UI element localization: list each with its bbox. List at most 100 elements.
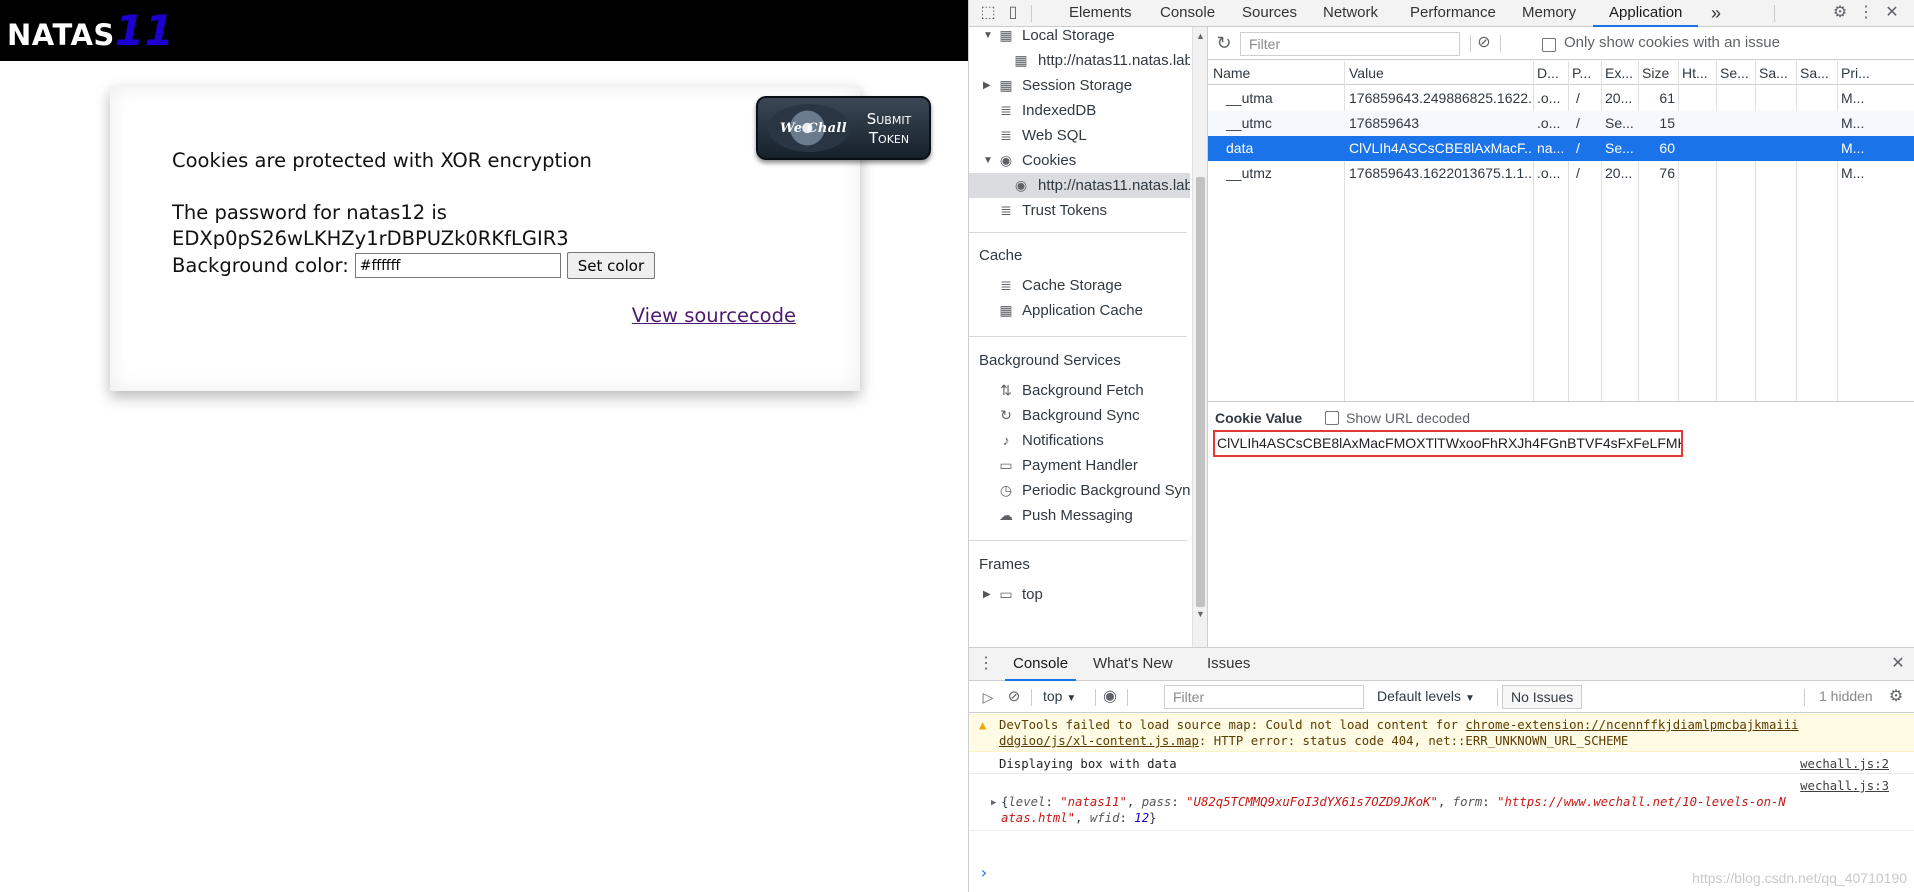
cookie-size: 60 — [1659, 140, 1675, 156]
set-color-button[interactable]: Set color — [566, 252, 656, 279]
context-selector[interactable]: top ▼ — [1035, 685, 1084, 709]
drawer-menu-icon[interactable]: ⋮ — [975, 653, 997, 675]
console-prompt-icon[interactable]: › — [979, 863, 989, 882]
cookie-domain: na... — [1537, 140, 1565, 156]
site-title-number: 11 — [114, 6, 175, 55]
column-header-name[interactable]: Name — [1213, 61, 1341, 85]
tab-memory[interactable]: Memory — [1522, 0, 1576, 27]
sidebar-item-payment-handler[interactable]: ▭ Payment Handler — [969, 453, 1190, 478]
clear-console-icon[interactable]: ⊘ — [1003, 686, 1025, 708]
table-row[interactable]: __utmc 176859643 .o... / Se... 15 M... — [1208, 111, 1914, 136]
column-header-samesite[interactable]: Sa... — [1759, 61, 1795, 85]
console-settings-gear-icon[interactable]: ⚙ — [1885, 686, 1907, 708]
close-drawer-icon[interactable]: ✕ — [1887, 653, 1909, 675]
column-header-secure[interactable]: Se... — [1720, 61, 1754, 85]
sidebar-item-trust-tokens[interactable]: ≣ Trust Tokens — [969, 198, 1190, 223]
scroll-down-icon[interactable]: ▼ — [1196, 609, 1205, 619]
sidebar-item-periodic-background-sync[interactable]: ◷ Periodic Background Sync — [969, 478, 1190, 503]
sidebar-item-push-messaging[interactable]: ☁ Push Messaging — [969, 503, 1190, 528]
clock-icon: ◷ — [999, 482, 1013, 498]
column-header-httponly[interactable]: Ht... — [1682, 61, 1715, 85]
sidebar-item-background-sync[interactable]: ↻ Background Sync — [969, 403, 1190, 428]
cookie-path: / — [1576, 90, 1580, 106]
only-issue-checkbox[interactable] — [1542, 38, 1556, 52]
table-row[interactable]: __utma 176859643.249886825.1622... .o...… — [1208, 86, 1914, 111]
log-levels-dropdown[interactable]: Default levels ▼ — [1369, 685, 1483, 709]
submit-token-button[interactable]: We Chall Submit Token — [756, 96, 931, 160]
column-header-priority[interactable]: Pri... — [1841, 61, 1913, 85]
sidebar-item-indexeddb[interactable]: ≣ IndexedDB — [969, 98, 1190, 123]
background-color-input[interactable] — [354, 253, 561, 278]
cookie-priority: M... — [1841, 140, 1865, 156]
column-header-expires[interactable]: Ex... — [1605, 61, 1637, 85]
site-title-text: NATAS — [7, 18, 115, 52]
log-source-link[interactable]: wechall.js:2 — [1800, 757, 1889, 771]
issues-button[interactable]: No Issues — [1502, 685, 1583, 709]
sidebar-item-application-cache[interactable]: ▦ Application Cache — [969, 298, 1190, 323]
settings-gear-icon[interactable]: ⚙ — [1829, 2, 1851, 24]
database-icon: ≣ — [1000, 102, 1012, 118]
site-title: NATAS11 — [7, 6, 174, 55]
drawer-tab-whats-new[interactable]: What's New — [1093, 648, 1173, 681]
xor-message: Cookies are protected with XOR encryptio… — [172, 149, 592, 172]
sidebar-item-web-sql[interactable]: ≣ Web SQL — [969, 123, 1190, 148]
tab-application[interactable]: Application — [1593, 0, 1699, 27]
scroll-up-icon[interactable]: ▲ — [1196, 31, 1205, 41]
refresh-icon[interactable]: ↻ — [1213, 32, 1235, 54]
inspect-element-icon[interactable]: ⬚ — [977, 2, 999, 24]
more-tabs-icon[interactable]: » — [1711, 0, 1721, 27]
column-header-sameparty[interactable]: Sa... — [1800, 61, 1836, 85]
sidebar-item-background-fetch[interactable]: ⇅ Background Fetch — [969, 378, 1190, 403]
clear-cookies-icon[interactable]: ⊘ — [1473, 32, 1495, 54]
close-devtools-icon[interactable]: ✕ — [1881, 2, 1903, 24]
table-row[interactable]: __utmz 176859643.1622013675.1.1.... .o..… — [1208, 161, 1914, 186]
sidebar-item-frame-top[interactable]: ▶ ▭ top — [969, 582, 1190, 607]
sidebar-item-label: Payment Handler — [1022, 457, 1138, 474]
submit-token-label: Submit Token — [854, 110, 924, 148]
warning-source-link-cont[interactable]: ddgioo/js/xl-content.js.map — [999, 734, 1199, 748]
sidebar-item-local-storage-origin[interactable]: ▦ http://natas11.natas.labs — [969, 48, 1190, 73]
tab-console[interactable]: Console — [1160, 0, 1215, 27]
warning-text: DevTools failed to load source map: Coul… — [999, 718, 1466, 732]
column-header-path[interactable]: P... — [1572, 61, 1600, 85]
console-filter-input[interactable] — [1164, 685, 1364, 709]
sidebar-item-local-storage[interactable]: ▼ ▦ Local Storage — [969, 27, 1190, 48]
sidebar-item-label: top — [1022, 586, 1043, 603]
cookie-value: ClVLIh4ASCsCBE8lAxMacF... — [1349, 140, 1531, 156]
sidebar-item-label: http://natas11.natas.labs — [1038, 52, 1190, 69]
tab-network[interactable]: Network — [1323, 0, 1378, 27]
sidebar-item-label: Cache Storage — [1022, 277, 1123, 294]
cookie-icon: ◉ — [1014, 177, 1028, 193]
more-options-icon[interactable]: ⋮ — [1855, 2, 1877, 24]
tab-sources[interactable]: Sources — [1242, 0, 1297, 27]
scrollbar-thumb[interactable] — [1196, 177, 1205, 607]
drawer-tab-issues[interactable]: Issues — [1207, 648, 1250, 681]
sidebar-item-cookies-origin[interactable]: ◉ http://natas11.natas.labs — [969, 173, 1190, 198]
cookie-value-label: Cookie Value — [1215, 410, 1303, 426]
column-header-value[interactable]: Value — [1349, 61, 1529, 85]
sidebar-item-cache-storage[interactable]: ≣ Cache Storage — [969, 273, 1190, 298]
sidebar-item-cookies[interactable]: ▼ ◉ Cookies — [969, 148, 1190, 173]
expand-arrow-icon[interactable]: ▶ — [991, 798, 996, 808]
cookie-value: 176859643.249886825.1622... — [1349, 90, 1531, 106]
sidebar-toggle-icon[interactable]: ▷ — [977, 686, 999, 708]
sidebar-vertical-scrollbar[interactable]: ▲ ▼ — [1192, 27, 1207, 647]
cookie-domain: .o... — [1537, 165, 1561, 181]
device-toolbar-icon[interactable]: ▯ — [1002, 2, 1024, 24]
log-source-link[interactable]: wechall.js:3 — [1800, 779, 1889, 793]
cookie-filter-input[interactable] — [1240, 32, 1460, 56]
column-header-domain[interactable]: D... — [1537, 61, 1567, 85]
cookie-value-text[interactable]: ClVLIh4ASCsCBE8lAxMacFMOXTlTWxooFhRXJh4F… — [1213, 430, 1683, 457]
tab-elements[interactable]: Elements — [1069, 0, 1132, 27]
eye-icon[interactable]: ◉ — [1099, 686, 1121, 708]
sidebar-item-notifications[interactable]: ♪ Notifications — [969, 428, 1190, 453]
column-header-size[interactable]: Size — [1642, 61, 1677, 85]
sidebar-item-session-storage[interactable]: ▶ ▦ Session Storage — [969, 73, 1190, 98]
tab-performance[interactable]: Performance — [1410, 0, 1496, 27]
warning-source-link[interactable]: chrome-extension://ncennffkjdiamlpmcbajk… — [1465, 718, 1798, 732]
view-sourcecode-link[interactable]: View sourcecode — [632, 304, 796, 327]
console-warning-message: ▲ DevTools failed to load source map: Co… — [969, 714, 1914, 752]
table-row-selected[interactable]: data ClVLIh4ASCsCBE8lAxMacF... na... / S… — [1208, 136, 1914, 161]
show-url-decoded-checkbox[interactable] — [1325, 411, 1339, 425]
drawer-tab-console[interactable]: Console — [1005, 648, 1077, 681]
